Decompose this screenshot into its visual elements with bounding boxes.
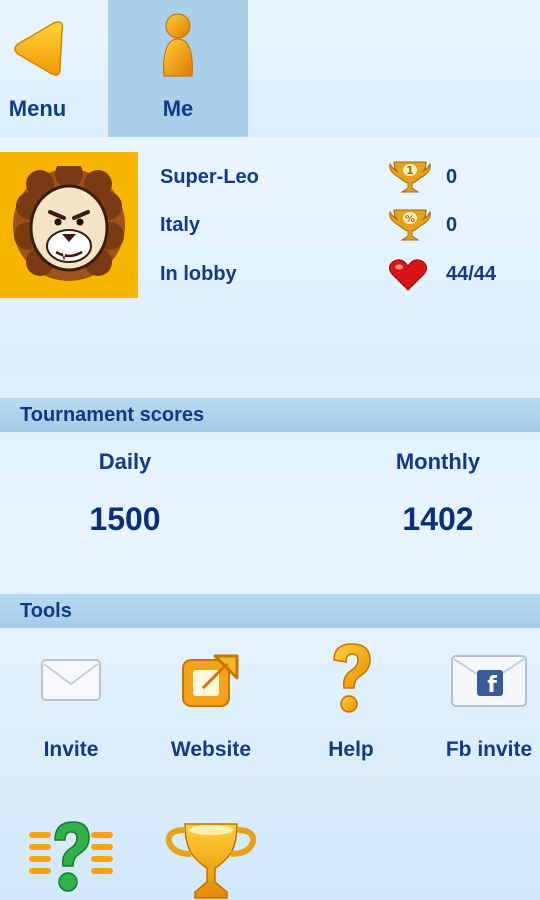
percent-trophy-count: 0	[446, 214, 458, 236]
quiz-icon	[6, 818, 136, 898]
lion-avatar-icon	[13, 166, 125, 281]
profile-status: In lobby	[160, 263, 237, 285]
profile-country: Italy	[160, 214, 201, 236]
fb-invite-button[interactable]: f Fb invite	[424, 642, 540, 772]
envelope-icon	[6, 656, 136, 704]
daily-label: Daily	[98, 449, 152, 474]
top-nav	[0, 0, 540, 137]
profile-name: Super-Leo	[160, 166, 259, 188]
trophy-button[interactable]	[146, 812, 276, 900]
player-pawn-icon	[154, 12, 202, 87]
avatar	[0, 152, 138, 298]
tools-header: Tools	[0, 594, 540, 628]
back-arrow-icon	[12, 18, 64, 85]
svg-text:%: %	[405, 214, 415, 225]
website-label: Website	[170, 738, 252, 761]
invite-button[interactable]: Invite	[6, 642, 136, 772]
quiz-button[interactable]	[6, 812, 136, 900]
facebook-envelope-icon: f	[424, 652, 540, 710]
monthly-label: Monthly	[395, 449, 481, 474]
external-link-icon	[146, 648, 276, 710]
trophy-icon	[146, 820, 276, 900]
invite-label: Invite	[43, 738, 99, 761]
trophy-percent-icon: %	[388, 206, 432, 249]
website-button[interactable]: Website	[146, 642, 276, 772]
question-icon	[286, 642, 416, 718]
trophy-count: 0	[446, 166, 458, 188]
tournament-header: Tournament scores	[0, 398, 540, 432]
tab-me[interactable]: Me	[108, 0, 248, 137]
heart-icon	[388, 258, 428, 297]
trophy-first-icon: 1	[388, 158, 432, 201]
fb-invite-label: Fb invite	[445, 738, 533, 761]
svg-text:1: 1	[406, 164, 414, 177]
tab-menu[interactable]: Menu	[0, 0, 75, 137]
tab-me-label: Me	[162, 96, 194, 121]
help-label: Help	[328, 738, 374, 761]
lives-count: 44/44	[446, 263, 497, 285]
help-button[interactable]: Help	[286, 642, 416, 772]
svg-text:f: f	[487, 673, 497, 698]
daily-score: 1500	[89, 501, 161, 537]
tab-menu-label: Menu	[8, 96, 67, 121]
monthly-score: 1402	[402, 501, 474, 537]
